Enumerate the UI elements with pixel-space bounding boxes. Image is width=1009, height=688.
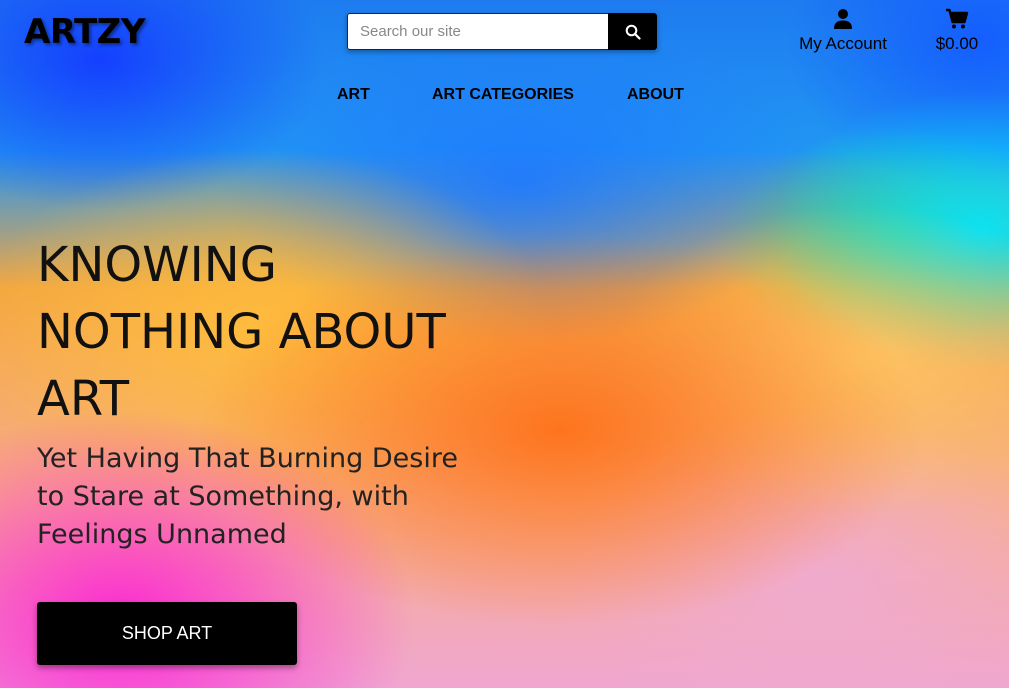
site-logo[interactable]: ARTZY [24, 12, 145, 52]
nav-item-art[interactable]: ART [337, 86, 370, 104]
cart-icon [946, 8, 969, 29]
hero-subtitle: Yet Having That Burning Desire to Stare … [37, 443, 458, 550]
my-account-link[interactable]: My Account [796, 8, 890, 54]
main-nav: ART ART CATEGORIES ABOUT [0, 86, 1009, 108]
search-icon [625, 24, 641, 40]
cart-total: $0.00 [935, 34, 979, 53]
cart-link[interactable]: $0.00 [930, 8, 984, 54]
nav-item-about[interactable]: ABOUT [627, 86, 684, 104]
search-form [347, 13, 657, 50]
shop-art-button[interactable]: SHOP ART [37, 602, 297, 665]
my-account-label: My Account [799, 34, 887, 53]
nav-item-art-categories[interactable]: ART CATEGORIES [432, 86, 574, 104]
search-input[interactable] [347, 13, 608, 50]
search-button[interactable] [608, 13, 657, 50]
hero-title: KNOWING NOTHING ABOUT ART [37, 237, 446, 427]
user-icon [834, 9, 852, 29]
